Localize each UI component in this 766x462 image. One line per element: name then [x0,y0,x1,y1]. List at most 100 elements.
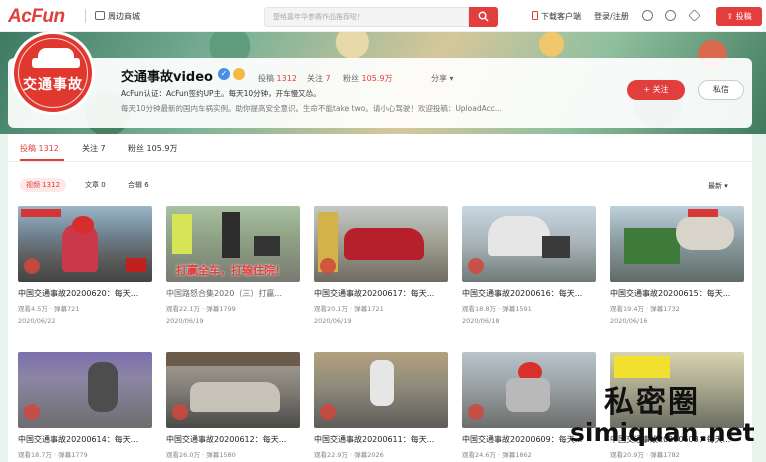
level-badge-icon [233,68,245,80]
truck-cab [542,236,570,258]
video-title[interactable]: 中国交通事故20200611：每天... [314,434,448,445]
stat-posts[interactable]: 投稿 1312 [258,73,297,84]
site-watermark: 私密圈 [604,385,700,420]
video-card[interactable]: 中国交通事故20200614：每天... 观看18.7万 · 弹幕1779 [18,352,152,459]
message-icon[interactable] [642,10,653,21]
video-overlay-text: 打赢全车，打输住院！ [176,264,286,277]
tab-following[interactable]: 关注 7 [82,143,106,154]
avatar[interactable]: 交通事故 [11,31,95,115]
video-stats: 观看4.5万 · 弹幕721 [18,305,80,313]
shop-link[interactable]: 周边商城 [95,11,140,22]
video-card[interactable]: 中国交通事故20200620：每天... 观看4.5万 · 弹幕721 2020… [18,206,152,325]
follow-button[interactable]: + 关注 [627,80,685,100]
download-client-link[interactable]: 下载客户端 [532,11,581,22]
helmet [72,216,94,234]
video-card[interactable]: 中国交通事故20200612：每天... 观看26.0万 · 弹幕1580 [166,352,300,459]
watermark-icon [24,258,40,274]
video-thumbnail[interactable] [18,206,152,282]
video-title[interactable]: 中国交通事故20200615：每天... [610,288,744,299]
video-card[interactable]: 打赢全车，打输住院！ 中国路怒合集2020（三）打赢... 观看22.1万 · … [166,206,300,325]
video-stats: 观看20.1万 · 弹幕1721 [314,305,384,313]
danmu-count: 弹幕721 [54,305,80,313]
chevron-down-icon: ▾ [449,74,454,83]
user-name: 交通事故video [121,70,213,85]
video-thumbnail[interactable] [462,206,596,282]
sort-label: 最新 [708,182,722,190]
view-count: 观看20.9万 [610,451,644,459]
avatar-text: 交通事故 [23,77,83,93]
video-date: 2020/06/18 [462,317,500,325]
tab-fans[interactable]: 粉丝 105.9万 [128,143,177,154]
danmu-count: 弹幕1782 [650,451,680,459]
video-thumbnail[interactable] [314,352,448,428]
watermark-icon [468,258,484,274]
search-icon [478,11,489,22]
channel-label [21,209,61,217]
upload-label: 投稿 [735,12,752,21]
video-title[interactable]: 中国路怒合集2020（三）打赢... [166,288,300,299]
stat-label: 关注 [307,74,323,83]
video-stats: 观看22.1万 · 弹幕1799 [166,305,236,313]
video-thumbnail[interactable] [462,352,596,428]
video-title[interactable]: 中国交通事故20200617：每天... [314,288,448,299]
danmu-count: 弹幕2026 [354,451,384,459]
upload-button[interactable]: ⇪ 投稿 [716,7,762,26]
tab-posts[interactable]: 投稿 1312 [20,143,59,154]
danmu-count: 弹幕1862 [502,451,532,459]
video-title[interactable]: 中国交通事故20200620：每天... [18,288,152,299]
video-thumbnail[interactable] [166,352,300,428]
stat-fans[interactable]: 粉丝 105.9万 [343,73,392,84]
video-thumbnail[interactable] [314,206,448,282]
watermark-icon [320,404,336,420]
video-title[interactable]: 中国交通事故20200614：每天... [18,434,152,445]
danmu-count: 弹幕1732 [650,305,680,313]
view-count: 观看22.9万 [314,451,348,459]
view-count: 观看18.8万 [462,305,496,313]
video-date: 2020/06/22 [18,317,56,325]
search-input[interactable]: 楚格嘉年华参赛作品推荐啦！ [264,7,469,27]
history-icon[interactable] [665,10,676,21]
video-date: 2020/06/16 [610,317,648,325]
video-card[interactable]: 中国交通事故20200611：每天... 观看22.9万 · 弹幕2026 [314,352,448,459]
view-count: 观看18.7万 [18,451,52,459]
login-link[interactable]: 登录/注册 [594,11,629,22]
stat-value: 105.9万 [361,74,393,83]
favorite-star-icon[interactable] [688,9,701,22]
stat-following[interactable]: 关注 7 [307,73,331,84]
download-label: 下载客户端 [541,12,581,21]
view-count: 观看26.0万 [166,451,200,459]
watermark-icon [172,404,188,420]
stat-value: 7 [325,74,331,83]
video-thumbnail[interactable] [610,206,744,282]
red-car [126,258,146,272]
filter-videos[interactable]: 视频 1312 [20,178,67,192]
share-label: 分享 [431,74,447,83]
video-thumbnail[interactable]: 打赢全车，打输住院！ [166,206,300,282]
video-card[interactable]: 中国交通事故20200617：每天... 观看20.1万 · 弹幕1721 20… [314,206,448,325]
acfun-logo[interactable]: AcFun [8,6,65,28]
video-stats: 观看24.6万 · 弹幕1862 [462,451,532,459]
red-car [344,228,424,260]
video-title[interactable]: 中国交通事故20200616：每天... [462,288,596,299]
video-card[interactable]: 中国交通事故20200616：每天... 观看18.8万 · 弹幕1591 20… [462,206,596,325]
site-watermark-url: simiquan.net [570,418,755,447]
danmu-count: 弹幕1591 [502,305,532,313]
top-navbar: AcFun 周边商城 楚格嘉年华参赛作品推荐啦！ 下载客户端 登录/注册 ⇪ 投… [0,0,766,32]
video-thumbnail[interactable] [18,352,152,428]
video-card[interactable]: 中国交通事故20200615：每天... 观看19.4万 · 弹幕1732 20… [610,206,744,325]
sort-dropdown[interactable]: 最新 ▾ [708,181,728,191]
video-title[interactable]: 中国交通事故20200612：每天... [166,434,300,445]
filter-collections[interactable]: 合辑 6 [122,178,155,192]
mixer-truck [488,216,550,256]
stat-label: 粉丝 [343,74,359,83]
danmu-count: 弹幕1779 [58,451,88,459]
mixer-drum [676,216,734,250]
share-button[interactable]: 分享 ▾ [431,73,454,84]
filter-articles[interactable]: 文章 0 [79,178,112,192]
danmu-count: 弹幕1580 [206,451,236,459]
search-button[interactable] [469,7,498,27]
private-message-button[interactable]: 私信 [698,80,744,100]
video-stats: 观看22.9万 · 弹幕2026 [314,451,384,459]
video-stats: 观看26.0万 · 弹幕1580 [166,451,236,459]
view-count: 观看19.4万 [610,305,644,313]
